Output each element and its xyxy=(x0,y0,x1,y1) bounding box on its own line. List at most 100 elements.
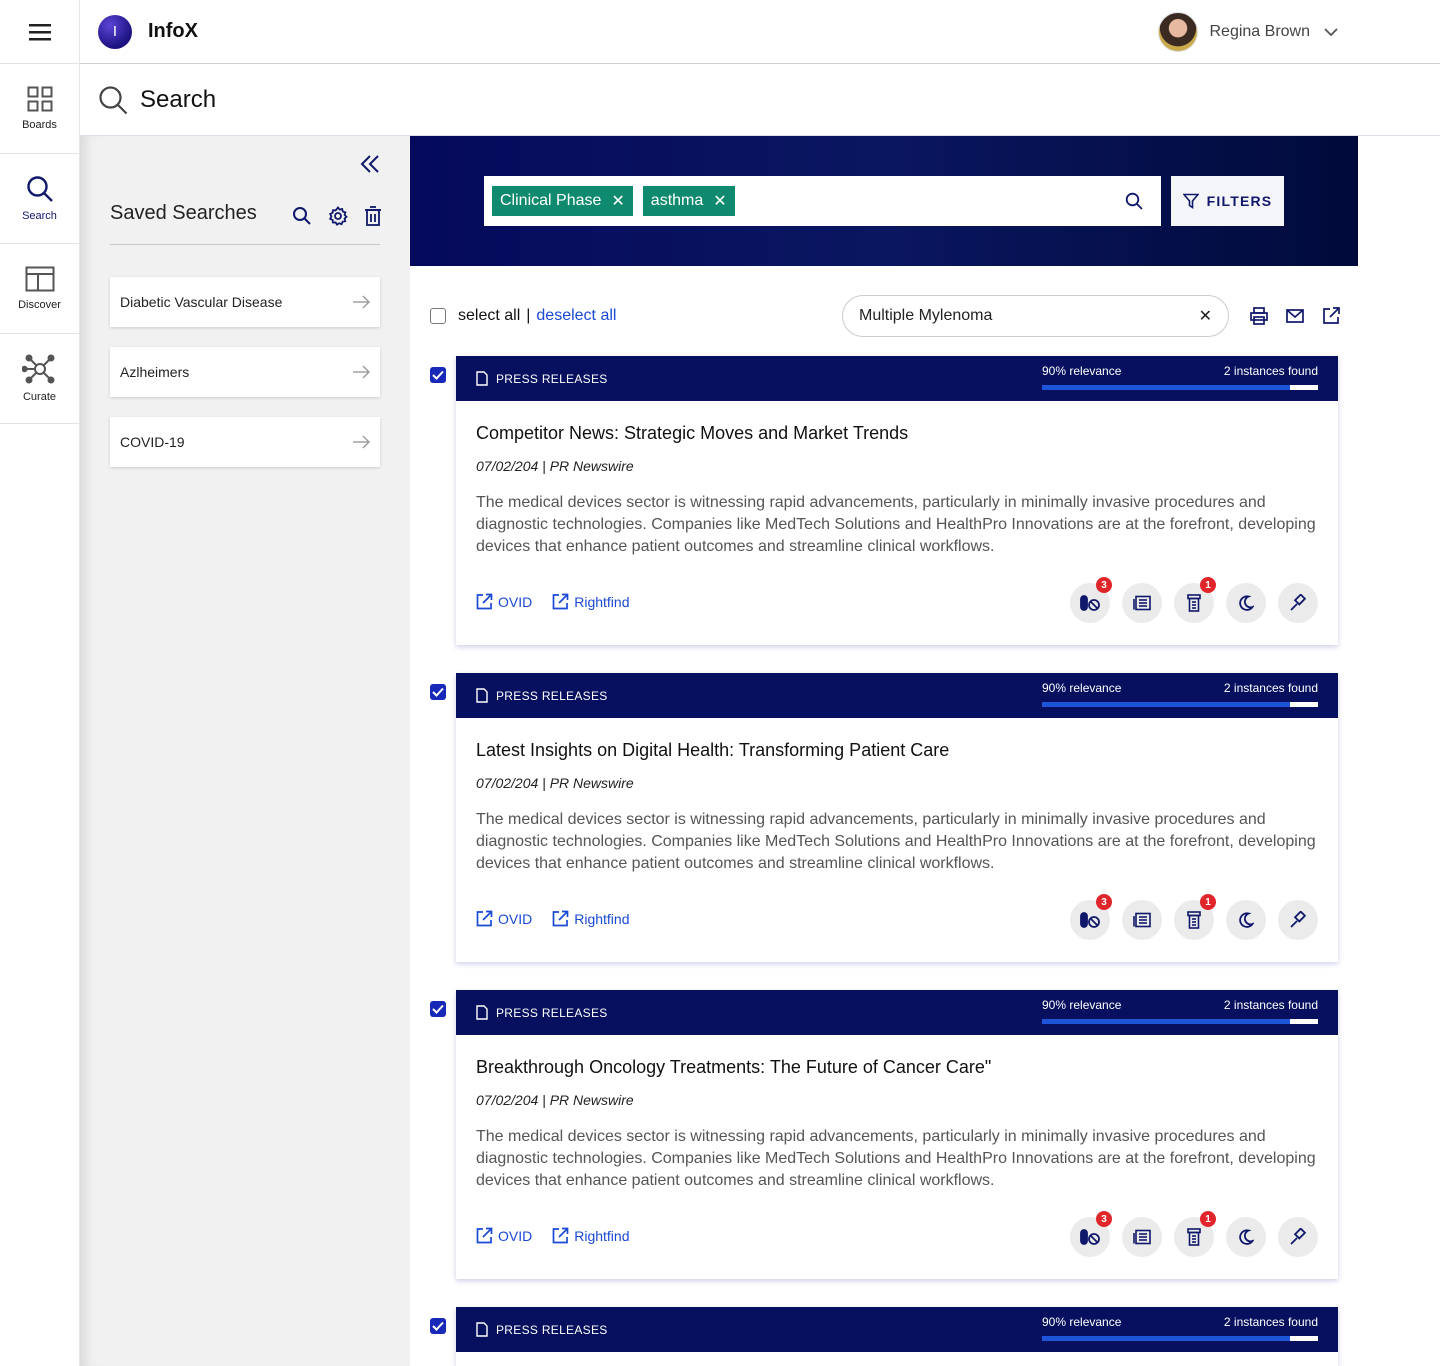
ovid-link[interactable]: OVID xyxy=(476,593,532,610)
hamburger-icon xyxy=(28,23,51,40)
night-mode-button[interactable] xyxy=(1226,900,1266,940)
bottle-button[interactable]: 1 xyxy=(1174,577,1216,623)
app-logo[interactable]: I xyxy=(98,14,132,49)
search-icon[interactable] xyxy=(1125,192,1143,210)
newspaper-icon xyxy=(1133,1229,1151,1245)
rightfind-link-label: Rightfind xyxy=(574,910,630,927)
close-icon[interactable]: ✕ xyxy=(713,191,726,211)
saved-search-label: COVID-19 xyxy=(120,434,185,450)
saved-search-item[interactable]: COVID-19 xyxy=(110,417,380,467)
result-checkbox[interactable] xyxy=(430,684,446,700)
result-filter-input[interactable]: Multiple Mylenoma ✕ xyxy=(842,295,1229,337)
relevance-label: 90% relevance xyxy=(1042,364,1122,378)
filters-label: FILTERS xyxy=(1206,193,1273,209)
nav-search[interactable]: Search xyxy=(0,154,79,244)
nav-search-label: Search xyxy=(22,210,57,222)
pills-icon xyxy=(1080,912,1100,928)
search-icon[interactable] xyxy=(292,206,312,226)
pills-icon xyxy=(1080,1229,1100,1245)
bottle-button[interactable]: 1 xyxy=(1174,894,1216,940)
gavel-icon xyxy=(1290,1228,1307,1245)
saved-searches-title: Saved Searches xyxy=(110,202,257,224)
nav-curate[interactable]: Curate xyxy=(0,334,79,424)
filter-chip-label: Clinical Phase xyxy=(500,192,602,209)
result-header: PRESS RELEASES 90% relevance 2 instances… xyxy=(456,673,1338,718)
arrow-right-icon xyxy=(353,365,370,379)
menu-button[interactable] xyxy=(0,0,79,64)
relevance-bar xyxy=(1042,1019,1318,1024)
legal-button[interactable] xyxy=(1278,1217,1318,1257)
nav-discover[interactable]: Discover xyxy=(0,244,79,334)
print-icon[interactable] xyxy=(1249,306,1269,326)
result-body: Breakthrough Oncology Treatments: The Fu… xyxy=(456,1035,1338,1279)
search-hero: Clinical Phase ✕ asthma ✕ FILTERS xyxy=(410,136,1358,266)
gavel-icon xyxy=(1290,911,1307,928)
pills-button[interactable]: 3 xyxy=(1070,1211,1112,1257)
filter-chip-label: asthma xyxy=(650,192,704,209)
result-title[interactable]: Breakthrough Oncology Treatments: The Fu… xyxy=(476,1057,1318,1078)
nav-boards[interactable]: Boards xyxy=(0,64,79,154)
select-all-checkbox[interactable] xyxy=(430,308,446,324)
result-checkbox[interactable] xyxy=(430,1001,446,1017)
relevance-label: 90% relevance xyxy=(1042,681,1122,695)
pills-button[interactable]: 3 xyxy=(1070,577,1112,623)
document-icon xyxy=(476,1005,488,1020)
gavel-icon xyxy=(1290,594,1307,611)
close-icon[interactable]: ✕ xyxy=(611,191,624,211)
external-link-icon[interactable] xyxy=(1321,306,1341,326)
result-meta: 07/02/204 | PR Newswire xyxy=(476,1092,634,1108)
ovid-link[interactable]: OVID xyxy=(476,1227,532,1244)
clear-icon[interactable]: ✕ xyxy=(1199,306,1212,326)
result-links: OVID Rightfind xyxy=(476,1227,630,1244)
saved-searches-panel: Saved Searches Diabetic Vascular Disease… xyxy=(80,136,410,1366)
deselect-all-link[interactable]: deselect all xyxy=(536,307,616,325)
nav-boards-label: Boards xyxy=(22,119,57,131)
result-checkbox[interactable] xyxy=(430,1318,446,1334)
arrow-right-icon xyxy=(353,295,370,309)
relevance-label: 90% relevance xyxy=(1042,1315,1122,1329)
result-card: PRESS RELEASES 90% relevance 2 instances… xyxy=(456,673,1338,962)
saved-search-item[interactable]: Azlheimers xyxy=(110,347,380,397)
result-links: OVID Rightfind xyxy=(476,593,630,610)
rightfind-link[interactable]: Rightfind xyxy=(552,593,630,610)
rightfind-link[interactable]: Rightfind xyxy=(552,1227,630,1244)
filters-button[interactable]: FILTERS xyxy=(1171,176,1284,226)
news-button[interactable] xyxy=(1122,900,1162,940)
external-link-icon xyxy=(552,593,569,610)
rightfind-link[interactable]: Rightfind xyxy=(552,910,630,927)
gear-icon[interactable] xyxy=(328,206,348,226)
saved-search-label: Azlheimers xyxy=(120,364,190,380)
result-checkbox[interactable] xyxy=(430,367,446,383)
user-menu[interactable]: Regina Brown xyxy=(1157,12,1339,52)
bottle-button[interactable]: 1 xyxy=(1174,1211,1216,1257)
checkmark-icon xyxy=(432,1321,444,1331)
saved-search-label: Diabetic Vascular Disease xyxy=(120,294,283,310)
night-mode-button[interactable] xyxy=(1226,1217,1266,1257)
result-title[interactable]: Competitor News: Strategic Moves and Mar… xyxy=(476,423,1318,444)
newspaper-icon xyxy=(1133,595,1151,611)
result-title[interactable]: Latest Insights on Digital Health: Trans… xyxy=(476,740,1318,761)
result-body: Competitor News: Strategic Moves and Mar… xyxy=(456,401,1338,645)
mail-icon[interactable] xyxy=(1285,306,1305,326)
news-button[interactable] xyxy=(1122,583,1162,623)
result-meta: 07/02/204 | PR Newswire xyxy=(476,775,634,791)
relevance-bar-fill xyxy=(1042,702,1291,707)
search-input[interactable]: Clinical Phase ✕ asthma ✕ xyxy=(484,176,1161,226)
notification-badge: 3 xyxy=(1096,894,1112,910)
relevance-label: 90% relevance xyxy=(1042,998,1122,1012)
moon-icon xyxy=(1239,912,1254,928)
news-button[interactable] xyxy=(1122,1217,1162,1257)
ovid-link[interactable]: OVID xyxy=(476,910,532,927)
legal-button[interactable] xyxy=(1278,583,1318,623)
external-link-icon xyxy=(476,593,493,610)
select-all-label[interactable]: select all xyxy=(458,307,520,325)
night-mode-button[interactable] xyxy=(1226,583,1266,623)
legal-button[interactable] xyxy=(1278,900,1318,940)
relevance-bar-fill xyxy=(1042,1019,1291,1024)
document-icon xyxy=(476,371,488,386)
collapse-panel-icon[interactable] xyxy=(360,154,380,174)
saved-search-item[interactable]: Diabetic Vascular Disease xyxy=(110,277,380,327)
result-category: PRESS RELEASES xyxy=(496,1005,608,1020)
trash-icon[interactable] xyxy=(364,206,382,226)
pills-button[interactable]: 3 xyxy=(1070,894,1112,940)
